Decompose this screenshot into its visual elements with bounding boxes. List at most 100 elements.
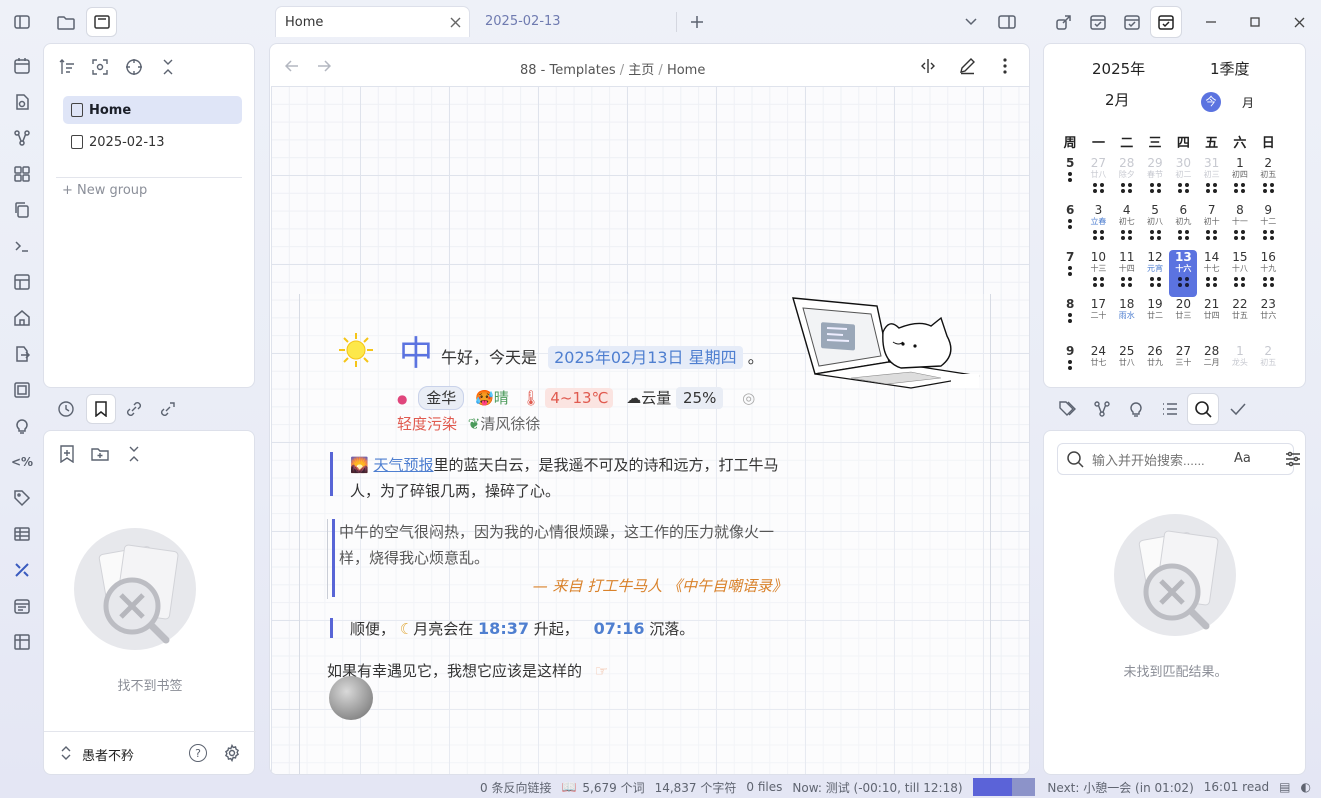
calendar-quarter[interactable]: 1季度 [1210, 58, 1250, 79]
theme-icon[interactable]: ◐ [1301, 780, 1311, 794]
calendar-day[interactable]: 1 初四 [1226, 156, 1254, 203]
outline-list-icon[interactable] [1159, 398, 1181, 420]
calendar-day[interactable]: 31 初三 [1197, 156, 1225, 203]
calendar-day[interactable]: 4 初七 [1113, 203, 1141, 250]
collapse-all-icon[interactable] [124, 444, 144, 464]
calendar-day[interactable]: 8 十一 [1226, 203, 1254, 250]
tags-icon[interactable] [1057, 398, 1079, 420]
share-icon[interactable] [1054, 12, 1074, 32]
month-view-button[interactable]: 月 [1242, 94, 1254, 111]
file-item-2025-02-13[interactable]: 2025-02-13 [63, 128, 242, 156]
week-number[interactable]: 7 [1056, 250, 1084, 297]
slides-icon[interactable] [11, 379, 33, 401]
close-tab-icon[interactable] [448, 15, 462, 29]
folder-icon[interactable] [55, 12, 77, 34]
tag-icon[interactable] [11, 487, 33, 509]
help-icon[interactable]: ? [189, 744, 207, 762]
graph-icon[interactable] [1091, 398, 1113, 420]
calendar-day[interactable]: 11 十四 [1113, 250, 1141, 297]
tab-list-chevron-icon[interactable] [962, 13, 980, 31]
tab-home[interactable]: Home [275, 6, 470, 37]
calendar-view-button[interactable] [1150, 6, 1182, 38]
backlinks-icon[interactable] [123, 398, 145, 420]
backlinks-count[interactable]: 0 条反向链接 [480, 779, 551, 796]
week-number[interactable]: 8 [1056, 297, 1084, 344]
calendar-day[interactable]: 12 元宵 [1141, 250, 1169, 297]
collapse-all-icon[interactable] [158, 57, 178, 77]
calendar-day[interactable]: 1 龙头 [1226, 344, 1254, 391]
breadcrumb-item[interactable]: 主页 [628, 63, 654, 78]
calendar-day[interactable]: 2 初五 [1254, 156, 1282, 203]
calendar-day[interactable]: 16 十九 [1254, 250, 1282, 297]
template-code-icon[interactable]: <% [11, 451, 33, 473]
calendar-day[interactable]: 15 十八 [1226, 250, 1254, 297]
forward-arrow-icon[interactable] [315, 57, 333, 75]
minimize-icon[interactable] [1203, 14, 1219, 30]
new-group-button[interactable]: + New group [62, 183, 147, 198]
settings-gear-icon[interactable] [222, 743, 242, 763]
breadcrumb-item[interactable]: 88 - Templates [520, 63, 616, 78]
focus-icon[interactable] [90, 57, 110, 77]
calendar-check-icon[interactable] [1088, 12, 1108, 32]
calendar-year[interactable]: 2025年 [1092, 58, 1145, 79]
home-icon[interactable] [11, 307, 33, 329]
calendar-month[interactable]: 2月 [1105, 89, 1130, 110]
back-arrow-icon[interactable] [283, 57, 301, 75]
search-tab-button[interactable] [1187, 393, 1219, 425]
bookmarks-tab-button[interactable] [86, 394, 116, 424]
match-case-button[interactable]: Aa [1234, 451, 1251, 466]
calendar-day[interactable]: 24 廿七 [1084, 344, 1112, 391]
calendar-day[interactable]: 23 廿六 [1254, 297, 1282, 344]
graph-icon[interactable] [11, 127, 33, 149]
calendar-day[interactable]: 27 三十 [1169, 344, 1197, 391]
sync-icon[interactable]: ▤ [1279, 780, 1290, 794]
reading-width-icon[interactable] [918, 56, 938, 76]
file-search-icon[interactable] [11, 91, 33, 113]
breadcrumb-item[interactable]: Home [667, 63, 705, 78]
calendar-day[interactable]: 22 廿五 [1226, 297, 1254, 344]
tab-view-button[interactable] [86, 7, 117, 37]
today-button[interactable]: 今 [1201, 92, 1221, 112]
vault-switcher-icon[interactable] [58, 744, 74, 762]
calendar-day[interactable]: 7 初十 [1197, 203, 1225, 250]
close-window-icon[interactable] [1291, 14, 1307, 30]
check-icon[interactable] [1227, 398, 1249, 420]
search-settings-sliders-icon[interactable] [1282, 448, 1304, 470]
calendar-day[interactable]: 30 初二 [1169, 156, 1197, 203]
canvas-icon[interactable] [11, 163, 33, 185]
layout-icon[interactable] [11, 271, 33, 293]
calendar-day[interactable]: 29 春节 [1141, 156, 1169, 203]
calendar-icon[interactable] [11, 595, 33, 617]
calendar-day[interactable]: 25 廿八 [1113, 344, 1141, 391]
export-icon[interactable] [11, 343, 33, 365]
calendar-day[interactable]: 28 二月 [1197, 344, 1225, 391]
calendar-day[interactable]: 18 雨水 [1113, 297, 1141, 344]
week-number[interactable]: 5 [1056, 156, 1084, 203]
week-number[interactable]: 6 [1056, 203, 1084, 250]
add-bookmark-icon[interactable] [57, 444, 77, 464]
calendar-day[interactable]: 5 初八 [1141, 203, 1169, 250]
lightbulb-icon[interactable] [11, 415, 33, 437]
table-icon[interactable] [11, 523, 33, 545]
sort-icon[interactable] [57, 57, 77, 77]
calendar-day[interactable]: 26 廿九 [1141, 344, 1169, 391]
edit-pencil-icon[interactable] [957, 56, 977, 76]
copy-icon[interactable] [11, 199, 33, 221]
new-tab-icon[interactable] [687, 12, 707, 32]
tools-icon[interactable] [11, 559, 33, 581]
more-options-icon[interactable] [998, 56, 1012, 76]
terminal-icon[interactable] [11, 235, 33, 257]
calendar-day[interactable]: 19 廿二 [1141, 297, 1169, 344]
lightbulb-icon[interactable] [1125, 398, 1147, 420]
calendar-day[interactable]: 6 初九 [1169, 203, 1197, 250]
sidebar-toggle-icon[interactable] [11, 11, 33, 33]
recent-icon[interactable] [55, 398, 77, 420]
search-input[interactable] [1092, 450, 1232, 470]
locate-icon[interactable] [124, 57, 144, 77]
daily-note-icon[interactable] [11, 55, 33, 77]
file-item-home[interactable]: Home [63, 96, 242, 124]
calendar-day[interactable]: 9 十二 [1254, 203, 1282, 250]
calendar-check-icon[interactable] [1122, 12, 1142, 32]
calendar-day[interactable]: 21 廿四 [1197, 297, 1225, 344]
calendar-day[interactable]: 17 二十 [1084, 297, 1112, 344]
